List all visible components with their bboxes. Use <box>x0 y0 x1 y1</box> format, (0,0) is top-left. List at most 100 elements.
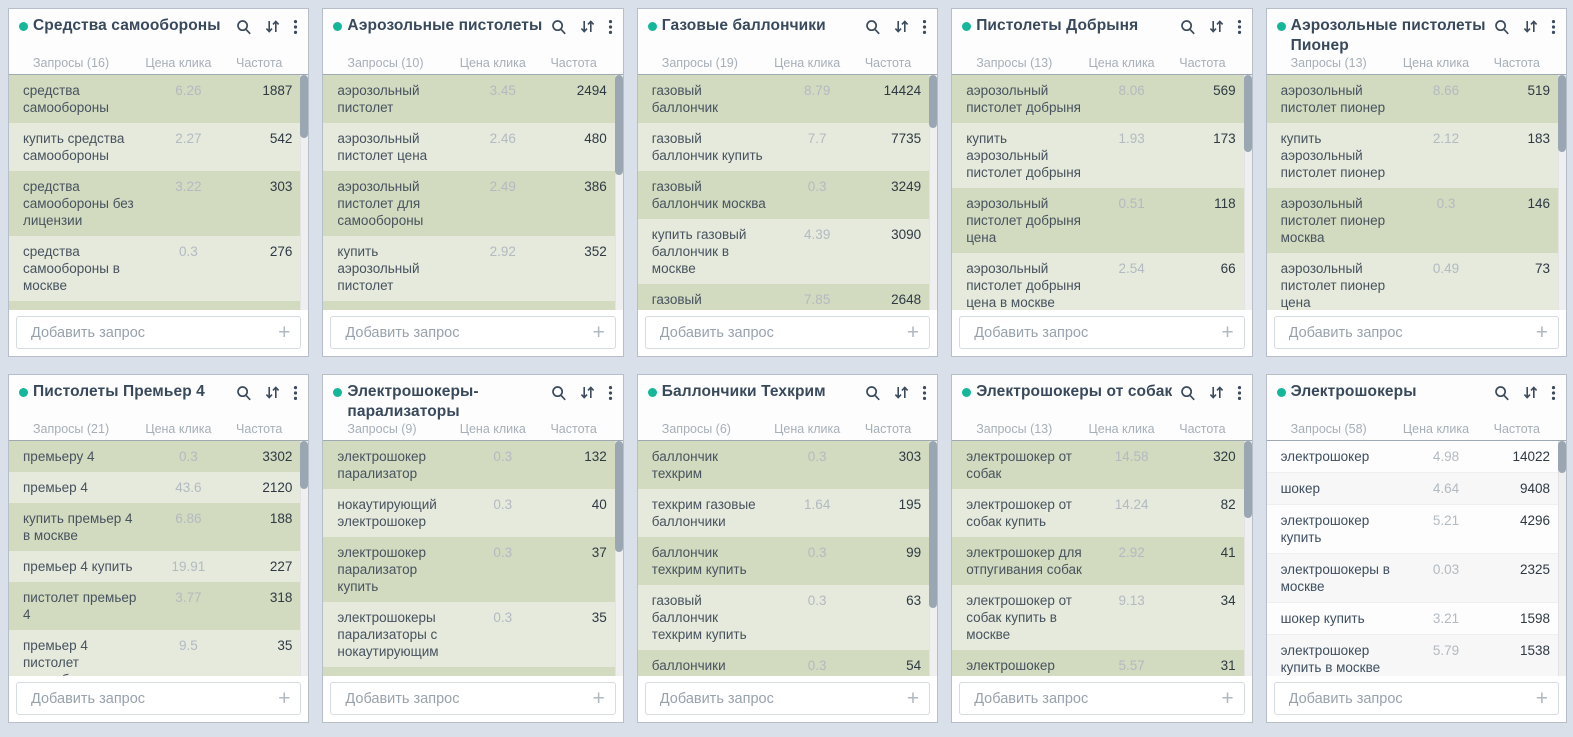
add-query-input[interactable] <box>1287 690 1530 708</box>
query-list[interactable]: аэрозольный пистолет добрыня 8.06 569 ку… <box>952 75 1251 310</box>
scrollbar-thumb[interactable] <box>1558 441 1566 473</box>
query-list[interactable]: премьеру 4 0.3 3302 премьер 4 43.6 2120 … <box>9 441 308 676</box>
query-row[interactable]: аэрозольный пистолет 3.45 2494 <box>323 75 614 123</box>
query-row[interactable]: аэрозольный пистолет пионер 8.66 519 <box>1267 75 1558 123</box>
sort-arrows-icon[interactable] <box>1209 385 1224 402</box>
plus-icon[interactable]: + <box>587 322 605 343</box>
plus-icon[interactable]: + <box>272 688 290 709</box>
add-query-input[interactable] <box>972 324 1215 342</box>
add-query-box[interactable]: + <box>645 316 930 349</box>
query-row[interactable]: аэрозольный пистолет добрыня цена 0.51 1… <box>952 188 1243 253</box>
kebab-menu-icon[interactable] <box>293 19 298 36</box>
kebab-menu-icon[interactable] <box>1551 19 1556 36</box>
query-row[interactable]: премьер 4 43.6 2120 <box>9 472 300 503</box>
query-row[interactable]: газовый баллончик 8.79 14424 <box>638 75 929 123</box>
query-row[interactable]: электрошокеры парализаторы с нокаутирующ… <box>323 667 614 676</box>
scrollbar-thumb[interactable] <box>929 441 937 608</box>
query-row[interactable]: пистолет премьер 4 3.77 318 <box>9 582 300 630</box>
search-icon[interactable] <box>1494 385 1510 402</box>
add-query-box[interactable]: + <box>645 682 930 715</box>
search-icon[interactable] <box>865 19 881 36</box>
add-query-box[interactable]: + <box>16 682 301 715</box>
add-query-input[interactable] <box>972 690 1215 708</box>
sort-arrows-icon[interactable] <box>1523 19 1538 36</box>
add-query-input[interactable] <box>343 690 586 708</box>
query-row[interactable]: купить премьер 4 в москве 6.86 188 <box>9 503 300 551</box>
query-row[interactable]: электрошокер купить 5.21 4296 <box>1267 505 1558 554</box>
add-query-box[interactable]: + <box>330 682 615 715</box>
query-row[interactable]: купить газовый баллончик в москве 4.39 3… <box>638 219 929 284</box>
query-row[interactable]: средства самообороны 6.26 1887 <box>9 75 300 123</box>
scrollbar-track[interactable] <box>929 441 937 676</box>
scrollbar-track[interactable] <box>1558 75 1566 310</box>
add-query-box[interactable]: + <box>1274 316 1559 349</box>
query-row[interactable]: премьер 4 купить 19.91 227 <box>9 551 300 582</box>
search-icon[interactable] <box>236 385 252 402</box>
query-row[interactable]: электрошокер 4.98 14022 <box>1267 441 1558 473</box>
query-row[interactable]: средства самообороны купить 5.02 230 <box>9 301 300 310</box>
query-row[interactable]: электрошокер от собак купить в москве 9.… <box>952 585 1243 650</box>
add-query-box[interactable]: + <box>330 316 615 349</box>
plus-icon[interactable]: + <box>272 322 290 343</box>
query-row[interactable]: шокер 4.64 9408 <box>1267 473 1558 505</box>
plus-icon[interactable]: + <box>901 688 919 709</box>
scrollbar-track[interactable] <box>615 441 623 676</box>
query-list[interactable]: средства самообороны 6.26 1887 купить ср… <box>9 75 308 310</box>
plus-icon[interactable]: + <box>1215 688 1233 709</box>
sort-arrows-icon[interactable] <box>580 385 595 402</box>
scrollbar-thumb[interactable] <box>1244 75 1252 152</box>
query-row[interactable]: купить аэрозольный пистолет 2.92 352 <box>323 236 614 301</box>
query-row[interactable]: аэрозольный пистолет цена 2.46 480 <box>323 123 614 171</box>
search-icon[interactable] <box>1180 19 1196 36</box>
query-row[interactable]: газовый баллончик купить 7.7 7735 <box>638 123 929 171</box>
query-row[interactable]: аэрозольный пистолет добрыня цена в моск… <box>952 253 1243 310</box>
scrollbar-thumb[interactable] <box>300 75 308 138</box>
add-query-box[interactable]: + <box>1274 682 1559 715</box>
add-query-box[interactable]: + <box>959 682 1244 715</box>
query-row[interactable]: электрошокер против собак 5.57 31 <box>952 650 1243 676</box>
query-row[interactable]: средства самообороны без лицензии 3.22 3… <box>9 171 300 236</box>
query-row[interactable]: купить аэрозольный пистолет пионер 2.12 … <box>1267 123 1558 188</box>
query-list[interactable]: баллончик техкрим 0.3 303 техкрим газовы… <box>638 441 937 676</box>
query-row[interactable]: электрошокеры в москве 0.03 2325 <box>1267 554 1558 603</box>
query-row[interactable]: аэрозольные пистолеты цена в москве 1.68… <box>323 301 614 310</box>
scrollbar-track[interactable] <box>1244 75 1252 310</box>
add-query-input[interactable] <box>343 324 586 342</box>
scrollbar-thumb[interactable] <box>929 75 937 128</box>
query-list[interactable]: электрошокер парализатор 0.3 132 нокаути… <box>323 441 622 676</box>
sort-arrows-icon[interactable] <box>894 385 909 402</box>
plus-icon[interactable]: + <box>1215 322 1233 343</box>
query-row[interactable]: нокаутирующий электрошокер 0.3 40 <box>323 489 614 537</box>
query-row[interactable]: газовый баллончик москва 0.3 3249 <box>638 171 929 219</box>
sort-arrows-icon[interactable] <box>265 385 280 402</box>
kebab-menu-icon[interactable] <box>1237 19 1242 36</box>
scrollbar-track[interactable] <box>300 441 308 676</box>
query-list[interactable]: электрошокер 4.98 14022 шокер 4.64 9408 … <box>1267 441 1566 676</box>
query-row[interactable]: премьер 4 пистолет самообороны цена 9.5 … <box>9 630 300 676</box>
add-query-box[interactable]: + <box>959 316 1244 349</box>
scrollbar-track[interactable] <box>929 75 937 310</box>
query-row[interactable]: аэрозольный пистолет добрыня 8.06 569 <box>952 75 1243 123</box>
query-row[interactable]: электрошокер парализатор купить 0.3 37 <box>323 537 614 602</box>
query-row[interactable]: шокер купить 3.21 1598 <box>1267 603 1558 635</box>
add-query-input[interactable] <box>29 324 272 342</box>
kebab-menu-icon[interactable] <box>922 385 927 402</box>
query-row[interactable]: электрошокер от собак купить 14.24 82 <box>952 489 1243 537</box>
query-list[interactable]: газовый баллончик 8.79 14424 газовый бал… <box>638 75 937 310</box>
query-row[interactable]: газовый баллончик для самообороны 7.85 2… <box>638 284 929 310</box>
kebab-menu-icon[interactable] <box>293 385 298 402</box>
add-query-input[interactable] <box>1287 324 1530 342</box>
query-row[interactable]: газовый баллончик техкрим купить 0.3 63 <box>638 585 929 650</box>
scrollbar-thumb[interactable] <box>615 441 623 552</box>
plus-icon[interactable]: + <box>1530 322 1548 343</box>
plus-icon[interactable]: + <box>901 322 919 343</box>
search-icon[interactable] <box>551 385 567 402</box>
query-row[interactable]: электрошокеры парализаторы с нокаутирующ… <box>323 602 614 667</box>
query-list[interactable]: аэрозольный пистолет пионер 8.66 519 куп… <box>1267 75 1566 310</box>
query-row[interactable]: баллончик техкрим купить 0.3 99 <box>638 537 929 585</box>
scrollbar-track[interactable] <box>1244 441 1252 676</box>
plus-icon[interactable]: + <box>587 688 605 709</box>
query-list[interactable]: аэрозольный пистолет 3.45 2494 аэрозольн… <box>323 75 622 310</box>
scrollbar-track[interactable] <box>615 75 623 310</box>
kebab-menu-icon[interactable] <box>1237 385 1242 402</box>
